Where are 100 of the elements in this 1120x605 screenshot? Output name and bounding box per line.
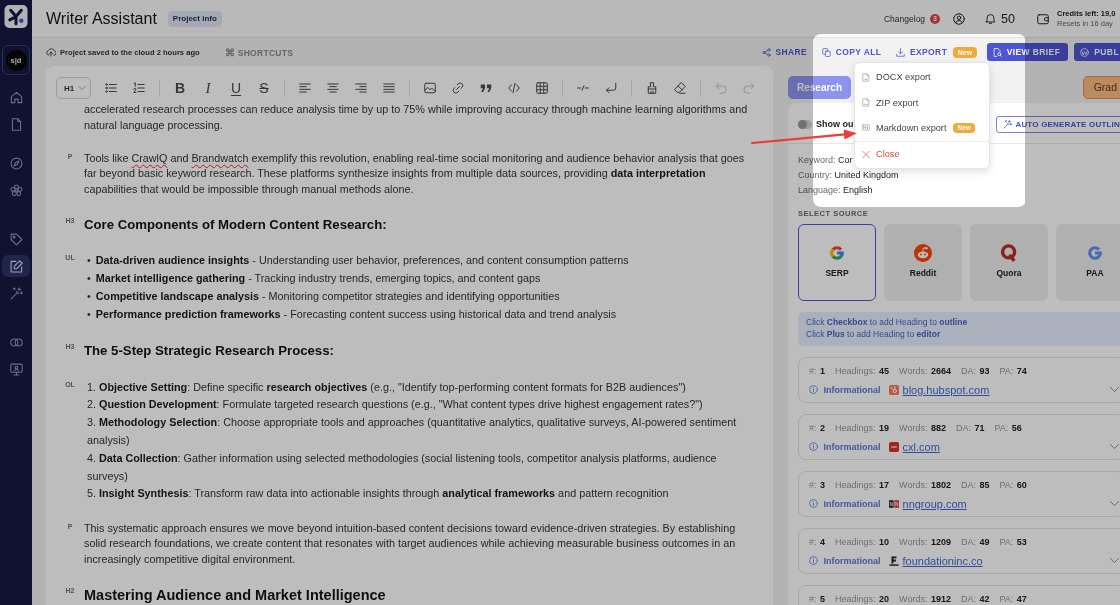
user-icon[interactable] (953, 12, 966, 25)
bell-icon (985, 13, 997, 24)
stat-label: #: (809, 592, 817, 605)
paragraph: Tools like CrawlQ and Brandwatch exemplify this revolution, enabling real-time social monitoring and audience behavior analysis that goes far beyond basic keyword research. These platforms synthesize insights from multiple data sources, providing data interpretation capabilities that would be impossible through manual methods alone. (84, 150, 746, 197)
stat-value: 19 (879, 421, 890, 434)
list-item: 5. Insight Synthesis: Transform raw data into actionable insights through analytical frameworks and pattern recognition (86, 486, 670, 502)
stat-value: 74 (1016, 364, 1027, 377)
stat-value: 1912 (930, 592, 951, 605)
intent-label: Informational (823, 441, 881, 452)
result-card[interactable]: #: 2 Headings: 19 Words: 882 DA: 71 PA: 56 Informational cxl.com (798, 413, 1120, 460)
stat-label: PA: (999, 478, 1014, 491)
view-brief-button[interactable]: VIEW BRIEF (986, 43, 1069, 61)
stat-label: #: (809, 535, 817, 548)
zigzag-circle-icon (1080, 47, 1090, 57)
grade-button[interactable]: Grad (1082, 75, 1120, 99)
favicon-icon (888, 384, 899, 395)
hint-text: Click Plus to add Heading to editor (806, 328, 942, 341)
stat-label: Words: (899, 592, 928, 605)
tag-icon (9, 232, 23, 246)
domain-link[interactable]: cxl.com (902, 440, 940, 453)
domain-link[interactable]: nngroup.com (902, 497, 967, 510)
stat-value: 53 (1016, 535, 1027, 548)
stat-label: DA: (960, 592, 976, 605)
line-break-icon (605, 82, 617, 94)
intent-label: Informational (823, 555, 881, 566)
bold-button[interactable]: B (166, 77, 194, 99)
source-card[interactable]: PAA (1056, 223, 1120, 301)
underline-button[interactable]: U (222, 77, 250, 99)
page-title: Writer Assistant (46, 9, 157, 28)
stat-label: Words: (899, 478, 928, 491)
source-card[interactable]: SERP (798, 223, 876, 301)
share-button[interactable]: SHARE (761, 47, 808, 57)
info-icon (809, 499, 818, 509)
domain-link[interactable]: blog.hubspot.com (902, 383, 990, 396)
source-card[interactable]: Reddit (884, 223, 962, 301)
stat-value: 20 (879, 592, 890, 605)
quote-icon (480, 82, 492, 94)
meta-value: United Kingdom (834, 170, 899, 181)
copy-icon (822, 47, 832, 57)
stat-label: Headings: (835, 592, 876, 605)
horizontal-rule-icon (577, 82, 589, 94)
result-card[interactable]: #: 5 Headings: 20 Words: 1912 DA: 42 PA: 47 (798, 584, 1120, 605)
app-logo-icon[interactable] (4, 5, 28, 28)
domain-link[interactable]: foundationinc.co (902, 554, 983, 567)
list-item: 4. Data Collection: Gather information using selected methodologies (social listening tools, competitor analysis platforms, audience surveys) (86, 450, 718, 484)
publish-button[interactable]: PUBL (1074, 43, 1120, 61)
project-info-button[interactable]: Project info (167, 10, 222, 27)
stat-label: DA: (960, 535, 976, 548)
menu-item[interactable]: DOCX export (862, 72, 931, 83)
align-right-icon (355, 82, 367, 94)
favicon-icon (888, 555, 899, 566)
heading: Mastering Audience and Market Intelligence (84, 586, 387, 605)
table-icon (536, 82, 548, 94)
auto-generate-button[interactable]: AUTO GENERATE OUTLIN (996, 115, 1120, 133)
alien-face-icon (914, 244, 932, 263)
rings-icon (9, 335, 23, 349)
stat-label: PA: (999, 364, 1014, 377)
list-item: • Market intelligence gathering - Tracking industry trends, emerging topics, and content gaps (86, 271, 542, 287)
source-card[interactable]: Quora (970, 223, 1048, 301)
stat-value: 1 (820, 364, 826, 377)
stat-label: PA: (994, 421, 1009, 434)
italic-button[interactable]: I (194, 77, 222, 99)
g-logo-icon (1086, 244, 1104, 263)
block-type-dropdown[interactable]: H1 (56, 77, 91, 99)
file-icon (862, 98, 870, 108)
stat-label: DA: (960, 478, 976, 491)
toggle-switch[interactable] (798, 119, 812, 129)
stat-label: DA: (960, 364, 976, 377)
menu-item[interactable]: ZIP export (862, 97, 919, 108)
compass-icon (9, 156, 23, 170)
stat-value: 17 (879, 478, 890, 491)
stat-value: 2 (820, 421, 826, 434)
edit-icon (9, 259, 23, 273)
changelog-link[interactable]: Changelog (883, 13, 926, 24)
result-card[interactable]: #: 1 Headings: 45 Words: 2664 DA: 93 PA: 74 Informational blog.hubspot.com (798, 356, 1120, 403)
result-card[interactable]: #: 3 Headings: 17 Words: 1802 DA: 85 PA: 60 Informational nngroup.com (798, 470, 1120, 517)
copy-all-button[interactable]: COPY ALL (822, 47, 882, 57)
stat-label: Headings: (835, 421, 876, 434)
stat-value: 45 (879, 364, 890, 377)
list-item: • Performance prediction frameworks - Forecasting content success using historical data and trend analysis (86, 306, 618, 322)
strikethrough-button[interactable]: S (250, 77, 278, 99)
info-icon (809, 556, 818, 566)
notifications-button[interactable]: 50 (985, 11, 1015, 26)
menu-item[interactable]: Markdown export (862, 122, 947, 133)
wallet-icon[interactable] (1037, 12, 1049, 25)
list-item: 3. Methodology Selection: Choose appropriate tools and approaches (quantitative analytics, qualitative surveys, AI-powered sentiment analysis) (86, 415, 738, 449)
stat-value: 1802 (930, 478, 951, 491)
flower-icon (9, 183, 23, 197)
list-item: • Competitive landscape analysis - Monitoring competitor strategies and identifying opportunities (86, 289, 561, 305)
stat-label: #: (809, 364, 817, 377)
numbered-list-icon (133, 82, 145, 94)
list-item: 2. Question Development: Formulate targeted research questions (e.g., "What content types drive highest engagement rates?") (86, 397, 704, 413)
stat-label: Headings: (835, 478, 876, 491)
stat-value: 93 (979, 364, 990, 377)
info-icon (809, 442, 818, 452)
list-item: 1. Objective Setting: Define specific research objectives (e.g., "Identify top-performing content formats for B2B audiences") (86, 379, 687, 395)
result-card[interactable]: #: 4 Headings: 10 Words: 1209 DA: 49 PA: 53 Informational foundationinc.co (798, 527, 1120, 574)
menu-item[interactable]: Close (862, 149, 900, 160)
export-button[interactable]: EXPORT (896, 47, 948, 57)
nav-item[interactable] (2, 255, 30, 277)
